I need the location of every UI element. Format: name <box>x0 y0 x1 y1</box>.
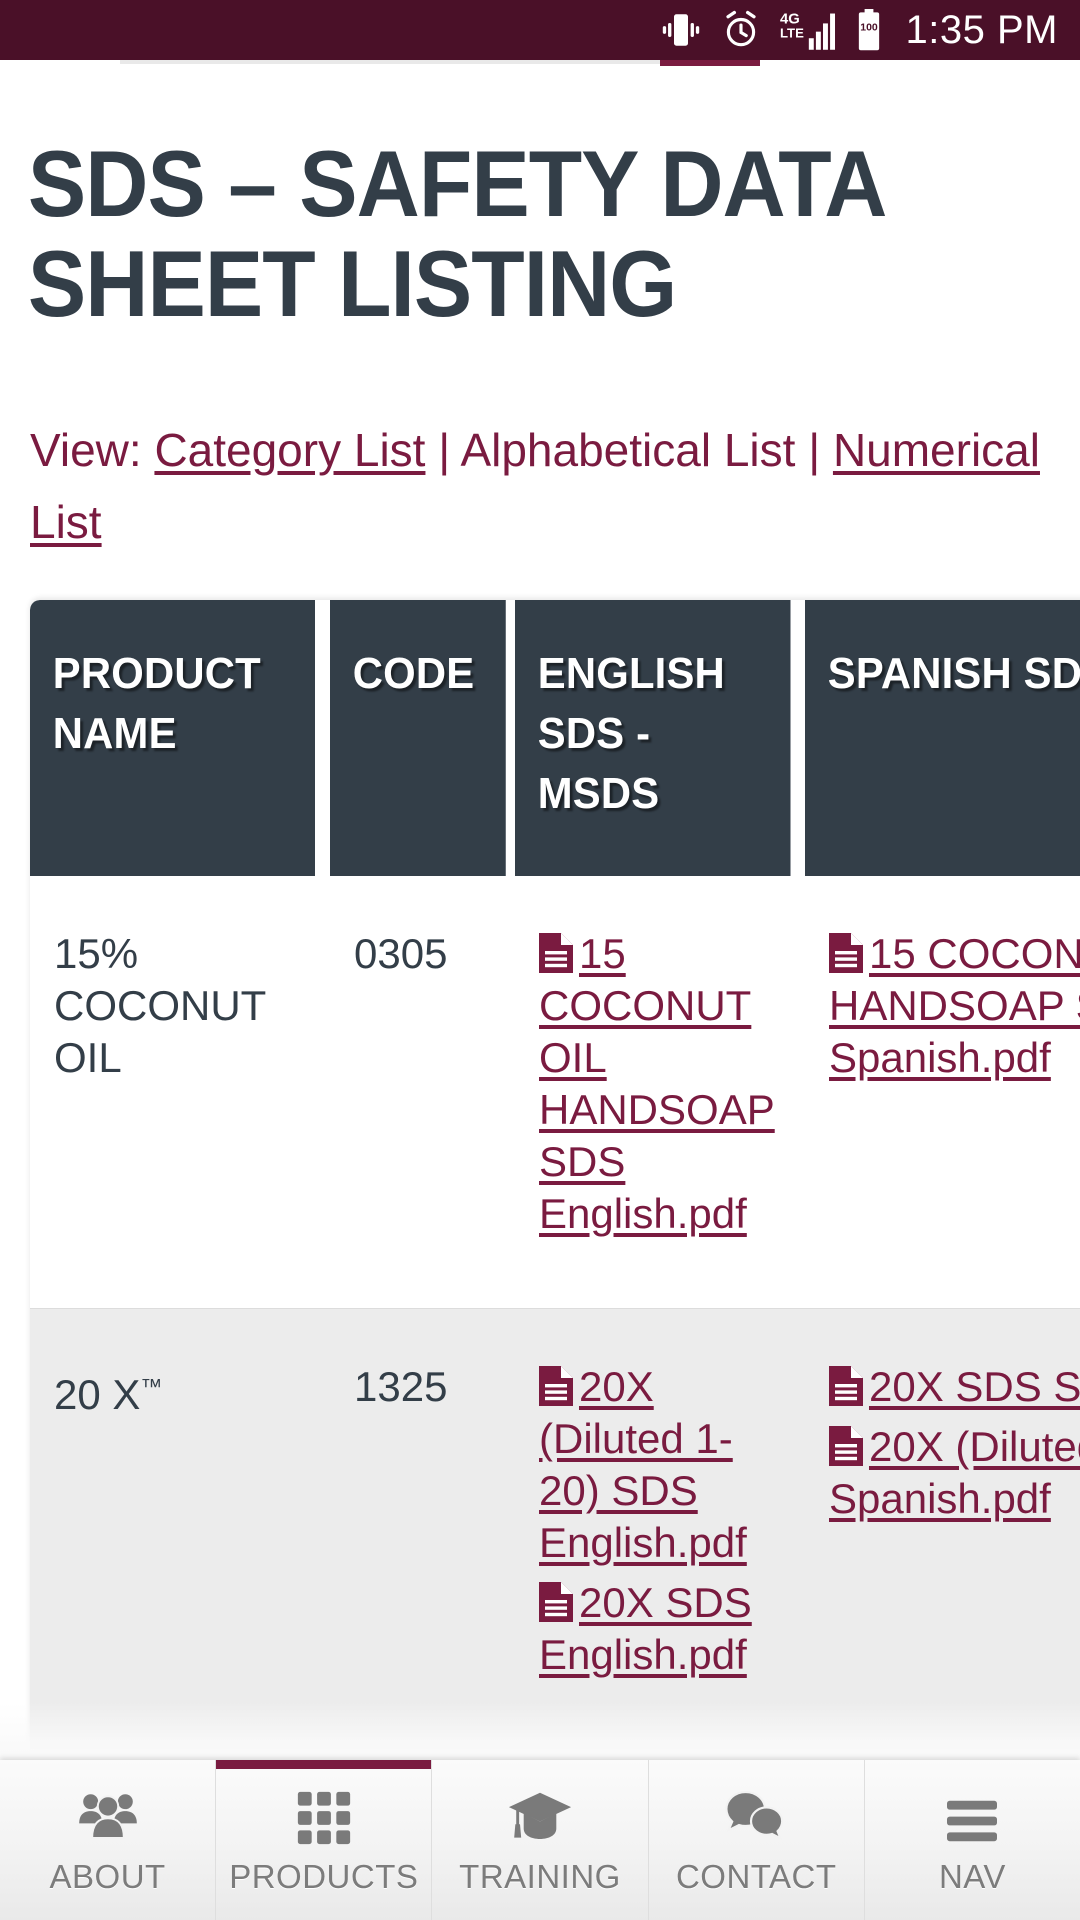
column-header-code[interactable]: CODE <box>330 600 506 876</box>
sds-table-scroll-container[interactable]: PRODUCT NAME CODE ENGLISH SDS - MSDS SPA… <box>30 600 1080 1749</box>
sds-link-row: 15 COCONUT OIL HANDSOAP SDS Spanish.pdf <box>829 928 1080 1084</box>
alarm-icon <box>720 9 762 51</box>
hamburger-menu-icon <box>943 1784 1001 1846</box>
table-row: 20 X™ 1325 20X (Diluted 1-20) SDS Englis… <box>30 1308 1080 1749</box>
cell-product-name: 15% COCONUT OIL <box>30 876 330 1309</box>
column-header-product-name[interactable]: PRODUCT NAME <box>30 600 315 876</box>
cell-spanish-sds: 15 COCONUT OIL HANDSOAP SDS Spanish.pdf <box>805 876 1080 1309</box>
sds-link-row: 20X (Diluted 1-20) SDS Spanish.pdf <box>829 1421 1080 1525</box>
sds-link-row: 15 COCONUT OIL HANDSOAP SDS English.pdf <box>539 928 791 1240</box>
cell-product-name: 20 X™ <box>30 1308 330 1749</box>
document-icon <box>539 1366 573 1406</box>
grid-apps-icon <box>295 1784 353 1846</box>
sds-pdf-link[interactable]: 15 COCONUT OIL HANDSOAP SDS English.pdf <box>539 930 775 1237</box>
sds-link-row: 20X (Diluted 1-20) SDS English.pdf <box>539 1361 791 1569</box>
svg-text:LTE: LTE <box>780 25 804 40</box>
sds-pdf-link[interactable]: 20X SDS Spanish.pdf <box>869 1363 1080 1410</box>
document-icon <box>829 1426 863 1466</box>
view-links-row: View: Category List | Alphabetical List … <box>0 334 1080 558</box>
nav-residual-strip <box>0 60 1080 68</box>
column-header-english-sds[interactable]: ENGLISH SDS - MSDS <box>515 600 791 876</box>
document-icon <box>539 1582 573 1622</box>
cell-english-sds: 15 COCONUT OIL HANDSOAP SDS English.pdf <box>515 876 805 1309</box>
sds-pdf-link[interactable]: 20X (Diluted 1-20) SDS Spanish.pdf <box>829 1423 1080 1522</box>
sds-table-body: 15% COCONUT OIL 0305 15 COCONUT OIL HAND… <box>30 876 1080 1749</box>
sds-link-row: 20X SDS English.pdf <box>539 1577 791 1681</box>
nav-item-about[interactable]: ABOUT <box>0 1760 217 1920</box>
speech-bubbles-icon <box>724 1784 788 1846</box>
vibrate-icon <box>660 9 702 51</box>
trademark-symbol: ™ <box>140 1374 163 1399</box>
cell-english-sds: 20X (Diluted 1-20) SDS English.pdf 20X S… <box>515 1308 805 1749</box>
view-label: View: <box>30 424 142 476</box>
nav-item-contact[interactable]: CONTACT <box>648 1760 865 1920</box>
svg-text:100: 100 <box>860 22 878 33</box>
nav-item-training[interactable]: TRAINING <box>432 1760 649 1920</box>
status-bar-clock: 1:35 PM <box>905 7 1058 52</box>
sds-table: PRODUCT NAME CODE ENGLISH SDS - MSDS SPA… <box>30 600 1080 1749</box>
document-icon <box>829 1366 863 1406</box>
product-name-text: 20 X <box>54 1371 141 1418</box>
document-icon <box>539 933 573 973</box>
nav-residual-grey <box>120 60 660 64</box>
nav-item-nav[interactable]: NAV <box>864 1760 1080 1920</box>
cell-code: 1325 <box>330 1308 515 1749</box>
column-header-spanish-sds[interactable]: SPANISH SDS - MSDS <box>805 600 1080 876</box>
cell-code: 0305 <box>330 876 515 1309</box>
view-separator-2: | <box>808 424 821 476</box>
signal-4g-lte-icon: 4G LTE <box>780 8 836 52</box>
mobile-screen: 4G LTE 100 1:35 PM SDS – SAFETY DATA SHE… <box>0 0 1080 1920</box>
page-title: SDS – SAFETY DATA SHEET LISTING <box>27 131 884 336</box>
nav-residual-accent <box>660 60 760 66</box>
nav-item-label: CONTACT <box>675 1858 837 1895</box>
nav-item-label: NAV <box>938 1858 1006 1895</box>
table-header-row: PRODUCT NAME CODE ENGLISH SDS - MSDS SPA… <box>30 600 1080 876</box>
nav-item-label: TRAINING <box>459 1858 621 1895</box>
nav-item-label: ABOUT <box>49 1858 166 1895</box>
sds-table-head: PRODUCT NAME CODE ENGLISH SDS - MSDS SPA… <box>30 600 1080 876</box>
view-separator-1: | <box>438 424 451 476</box>
bottom-nav-bar: ABOUT PRODUCTS TRAINING CONTACT NAV <box>0 1760 1080 1920</box>
page-content: SDS – SAFETY DATA SHEET LISTING View: Ca… <box>0 68 1080 1749</box>
graduation-cap-icon <box>507 1784 573 1846</box>
nav-item-label: PRODUCTS <box>229 1858 419 1895</box>
users-group-icon <box>77 1784 139 1846</box>
table-row: 15% COCONUT OIL 0305 15 COCONUT OIL HAND… <box>30 876 1080 1309</box>
cell-spanish-sds: 20X SDS Spanish.pdf <box>805 1308 1080 1749</box>
view-link-alphabetical-list[interactable]: Alphabetical List <box>460 424 795 476</box>
nav-item-products[interactable]: PRODUCTS <box>216 1760 433 1920</box>
battery-100-icon: 100 <box>854 8 884 52</box>
sds-link-row: 20X SDS Spanish.pdf <box>829 1361 1080 1413</box>
status-bar: 4G LTE 100 1:35 PM <box>0 0 1080 60</box>
sds-pdf-link[interactable]: 15 COCONUT OIL HANDSOAP SDS Spanish.pdf <box>829 930 1080 1081</box>
view-link-category-list[interactable]: Category List <box>154 424 425 476</box>
document-icon <box>829 933 863 973</box>
